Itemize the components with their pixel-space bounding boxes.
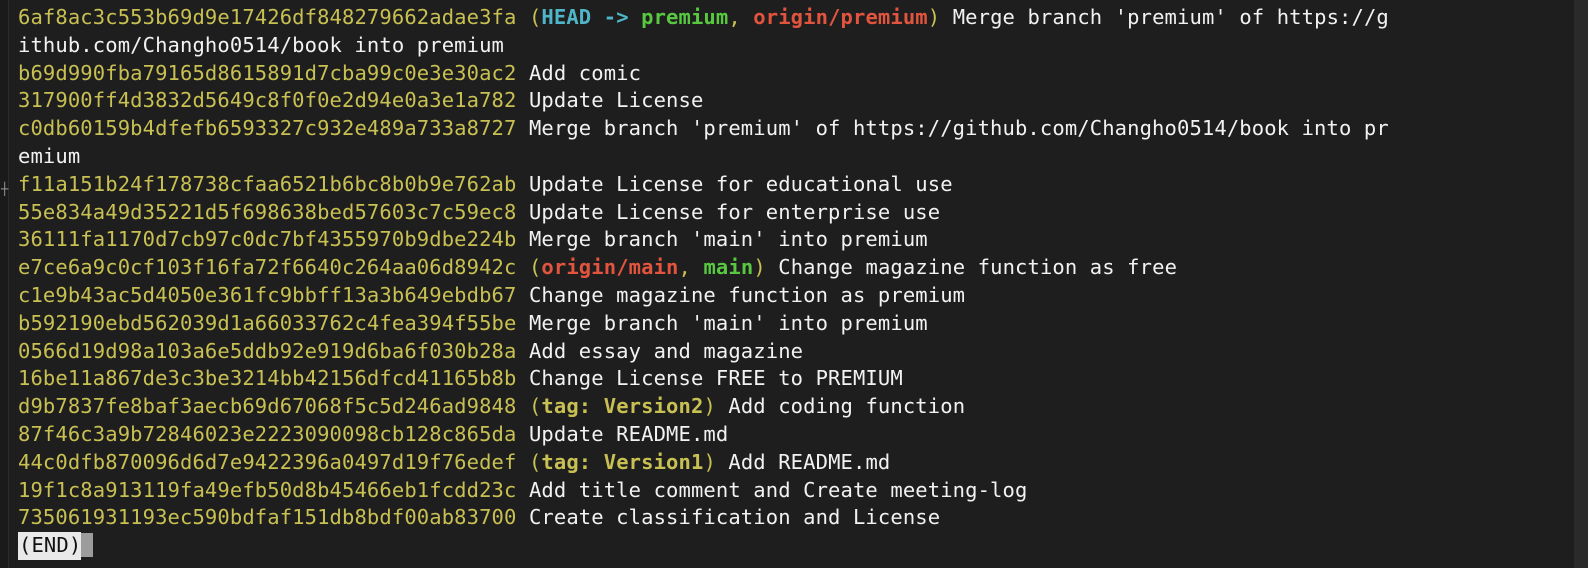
commit-message: Merge branch 'main' into premium — [528, 227, 928, 252]
log-line: 87f46c3a9b72846023e2223090098cb128c865da… — [18, 421, 1548, 449]
commit-hash: e7ce6a9c0cf103f16fa72f6640c264aa06d8942c — [18, 255, 517, 280]
commit-message: Add essay and magazine — [528, 338, 804, 363]
log-line: e7ce6a9c0cf103f16fa72f6640c264aa06d8942c… — [18, 254, 1548, 282]
commit-message: Add coding function — [728, 394, 966, 419]
log-line: 44c0dfb870096d6d7e9422396a0497d19f76edef… — [18, 449, 1548, 477]
log-line: 735061931193ec590bdfaf151db8bdf00ab83700… — [18, 504, 1548, 532]
commit-hash: 19f1c8a913119fa49efb50d8b45466eb1fcdd23c — [18, 477, 517, 502]
terminal-window[interactable]: 6af8ac3c553b69d9e17426df848279662adae3fa… — [12, 0, 1572, 568]
log-line-wrap: ithub.com/Changho0514/book into premium — [18, 32, 1548, 60]
pager-prompt-line[interactable]: (END) — [18, 532, 1548, 560]
ref-close-paren: ) — [753, 255, 766, 280]
ref-separator: , — [728, 5, 754, 29]
commit-message: Merge branch 'premium' of https://github… — [528, 116, 1389, 141]
ref-close-paren: ) — [927, 5, 941, 29]
commit-hash: 317900ff4d3832d5649c8f0f0e2d94e0a3e1a782 — [18, 88, 517, 113]
remote-branch-ref: origin/premium — [753, 5, 928, 29]
ref-close-paren: ) — [703, 394, 716, 419]
terminal-cursor — [81, 533, 94, 558]
local-branch-ref: main — [703, 255, 754, 280]
head-ref: HEAD -> — [541, 5, 629, 29]
commit-message-wrap: emium — [18, 143, 81, 168]
ref-open-paren: ( — [528, 394, 542, 419]
left-edge-marker: ┼ — [1, 182, 9, 196]
commit-message: Update License for educational use — [528, 171, 953, 196]
commit-hash: 36111fa1170d7cb97c0dc7bf4355970b9dbe224b — [18, 227, 517, 252]
commit-message: Change magazine function as premium — [528, 282, 966, 307]
commit-message: Merge branch 'premium' of https://g — [952, 5, 1389, 29]
window-right-gutter — [1574, 0, 1588, 568]
commit-message: Add README.md — [728, 449, 891, 474]
commit-message: Add comic — [528, 60, 642, 85]
log-line: f11a151b24f178738cfaa6521b6bc8b0b9e762ab… — [18, 171, 1548, 199]
log-line: 0566d19d98a103a6e5ddb92e919d6ba6f030b28a… — [18, 338, 1548, 366]
commit-message: Create classification and License — [528, 505, 941, 530]
commit-hash: 0566d19d98a103a6e5ddb92e919d6ba6f030b28a — [18, 338, 517, 363]
pager-end-marker: (END) — [18, 532, 82, 560]
ref-open-paren: ( — [528, 5, 542, 29]
log-line: 16be11a867de3c3be3214bb42156dfcd41165b8b… — [18, 365, 1548, 393]
log-line: 317900ff4d3832d5649c8f0f0e2d94e0a3e1a782… — [18, 87, 1548, 115]
commit-message: Update README.md — [528, 421, 729, 446]
log-line: c0db60159b4dfefb6593327c932e489a733a8727… — [18, 115, 1548, 143]
log-line: 36111fa1170d7cb97c0dc7bf4355970b9dbe224b… — [18, 226, 1548, 254]
commit-message: Add title comment and Create meeting-log — [528, 477, 1028, 502]
commit-message: Merge branch 'main' into premium — [528, 310, 928, 335]
commit-message-wrap: ithub.com/Changho0514/book into premium — [18, 32, 505, 57]
commit-hash: b592190ebd562039d1a66033762c4fea394f55be — [18, 310, 517, 335]
commit-message: Change License FREE to PREMIUM — [528, 366, 903, 391]
log-line: d9b7837fe8baf3aecb69d67068f5c5d246ad9848… — [18, 393, 1548, 421]
local-branch-ref: premium — [641, 5, 729, 29]
tag-ref: tag: Version1 — [541, 449, 704, 474]
log-line-wrap: emium — [18, 143, 1548, 171]
commit-message: Change magazine function as free — [778, 255, 1178, 280]
log-line: 55e834a49d35221d5f698638bed57603c7c59ec8… — [18, 199, 1548, 227]
ref-separator: , — [678, 255, 704, 280]
commit-hash: c1e9b43ac5d4050e361fc9bbff13a3b649ebdb67 — [18, 282, 517, 307]
commit-hash: 16be11a867de3c3be3214bb42156dfcd41165b8b — [18, 366, 517, 391]
remote-branch-ref: origin/main — [541, 255, 679, 280]
commit-hash: 55e834a49d35221d5f698638bed57603c7c59ec8 — [18, 199, 517, 224]
commit-hash: 735061931193ec590bdfaf151db8bdf00ab83700 — [18, 505, 517, 530]
log-line: b69d990fba79165d8615891d7cba99c0e3e30ac2… — [18, 60, 1548, 88]
commit-message: Update License for enterprise use — [528, 199, 941, 224]
ref-open-paren: ( — [528, 449, 542, 474]
ref-open-paren: ( — [528, 255, 542, 280]
window-left-edge: ┼ — [0, 0, 9, 568]
commit-hash: b69d990fba79165d8615891d7cba99c0e3e30ac2 — [18, 60, 517, 85]
git-log-output: 6af8ac3c553b69d9e17426df848279662adae3fa… — [18, 4, 1548, 560]
ref-close-paren: ) — [703, 449, 716, 474]
commit-hash: c0db60159b4dfefb6593327c932e489a733a8727 — [18, 116, 517, 141]
commit-hash: d9b7837fe8baf3aecb69d67068f5c5d246ad9848 — [18, 394, 517, 419]
commit-hash: 87f46c3a9b72846023e2223090098cb128c865da — [18, 421, 517, 446]
commit-message: Update License — [528, 88, 704, 113]
tag-ref: tag: Version2 — [541, 394, 704, 419]
commit-hash: 44c0dfb870096d6d7e9422396a0497d19f76edef — [18, 449, 517, 474]
commit-hash: f11a151b24f178738cfaa6521b6bc8b0b9e762ab — [18, 171, 517, 196]
log-line: 6af8ac3c553b69d9e17426df848279662adae3fa… — [18, 4, 1548, 32]
commit-hash: 6af8ac3c553b69d9e17426df848279662adae3fa — [18, 5, 517, 29]
log-line: b592190ebd562039d1a66033762c4fea394f55be… — [18, 310, 1548, 338]
log-line: c1e9b43ac5d4050e361fc9bbff13a3b649ebdb67… — [18, 282, 1548, 310]
log-line: 19f1c8a913119fa49efb50d8b45466eb1fcdd23c… — [18, 477, 1548, 505]
